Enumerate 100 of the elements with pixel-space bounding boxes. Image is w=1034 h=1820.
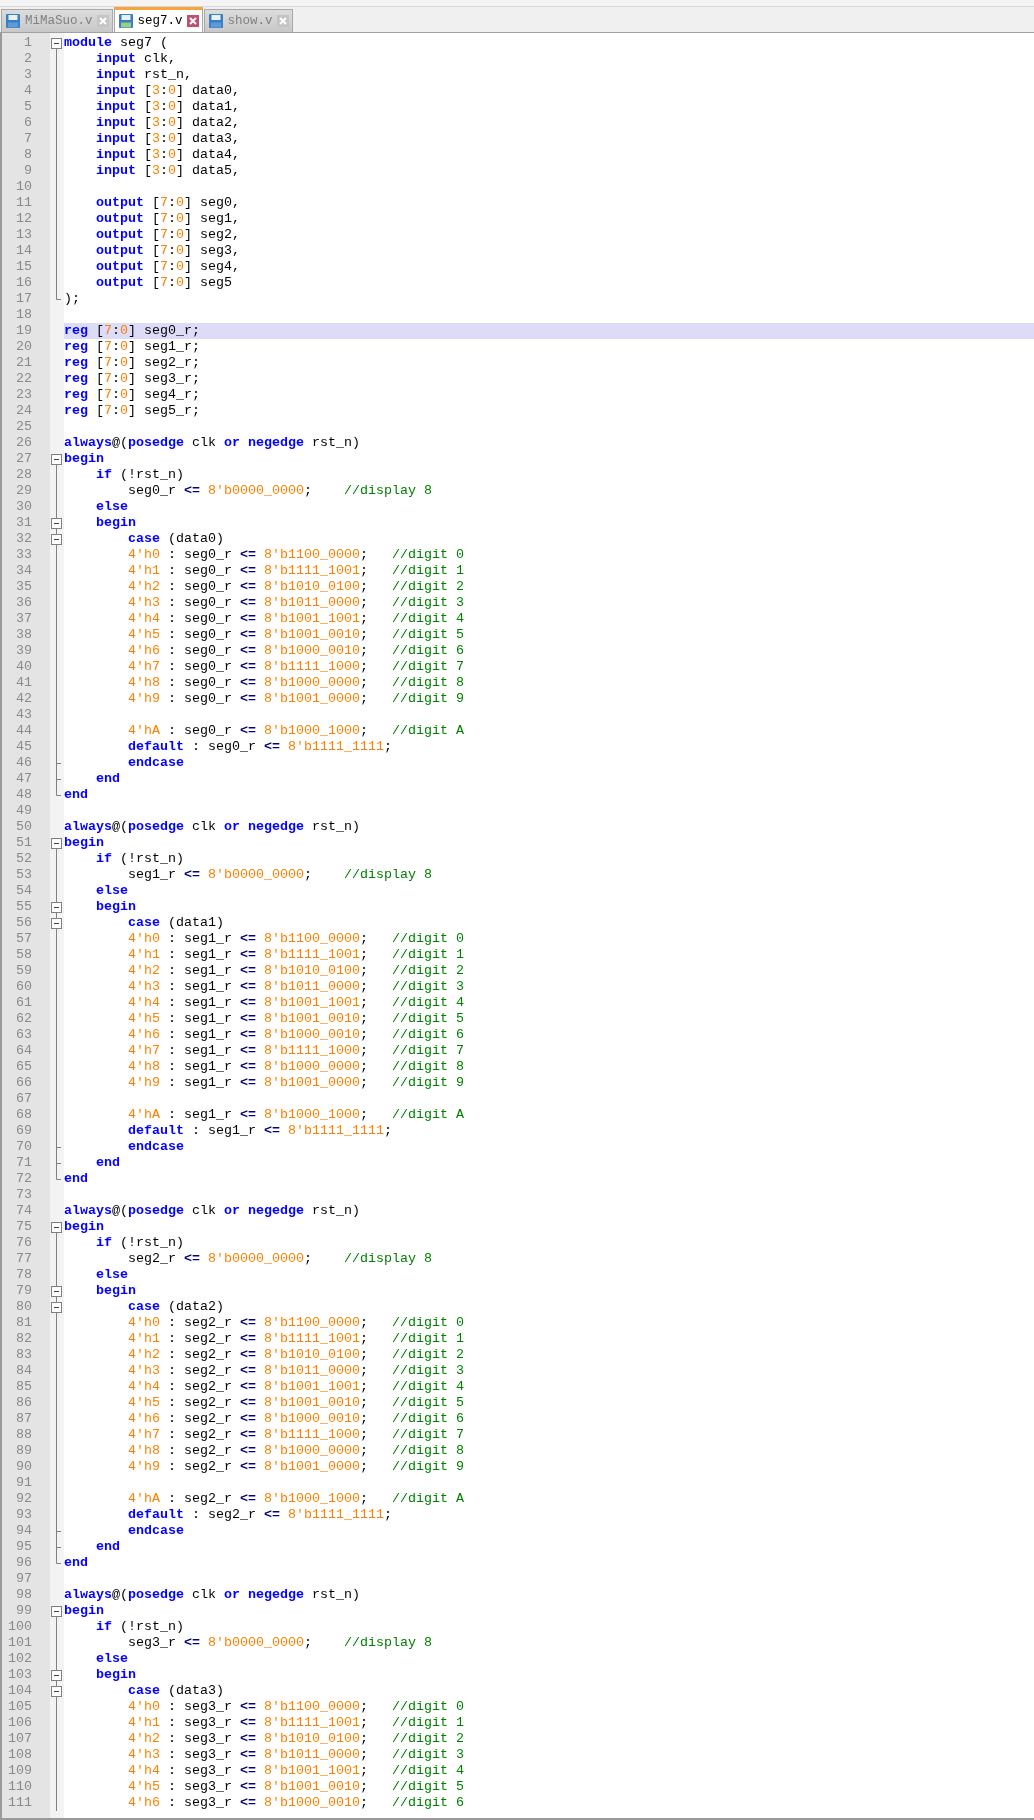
line-number: 78: [15, 1267, 33, 1283]
code-line: 4'h1 : seg3_r <= 8'b1111_1001; //digit 1: [127, 1715, 465, 1731]
line-number: 7: [23, 131, 33, 147]
code-line: 4'h0 : seg1_r <= 8'b1100_0000; //digit 0: [127, 931, 465, 947]
code-line: input [3:0] data3,: [95, 131, 241, 147]
line-number: 8: [23, 147, 33, 163]
line-number: 53: [15, 867, 33, 883]
line-number: 45: [15, 739, 33, 755]
code-line: 4'h6 : seg2_r <= 8'b1000_0010; //digit 6: [127, 1411, 465, 1427]
line-number: 22: [15, 371, 33, 387]
line-number: 43: [15, 707, 33, 723]
line-number: 51: [15, 835, 33, 851]
line-number: 75: [15, 1219, 33, 1235]
line-number: 1: [23, 35, 33, 51]
line-number: 103: [7, 1667, 33, 1683]
code-line: 4'h6 : seg3_r <= 8'b1000_0010; //digit 6: [127, 1795, 465, 1811]
line-number: 56: [15, 915, 33, 931]
code-line: 4'h0 : seg0_r <= 8'b1100_0000; //digit 0: [127, 547, 465, 563]
line-number: 36: [15, 595, 33, 611]
line-number: 88: [15, 1427, 33, 1443]
code-line: seg2_r <= 8'b0000_0000; //display 8: [127, 1251, 433, 1267]
line-number: 38: [15, 627, 33, 643]
line-number: 74: [15, 1203, 33, 1219]
line-number: 52: [15, 851, 33, 867]
line-number: 13: [15, 227, 33, 243]
code-line: );: [64, 291, 81, 307]
code-line: 4'hA : seg1_r <= 8'b1000_1000; //digit A: [127, 1107, 465, 1123]
line-number: 91: [15, 1475, 33, 1491]
line-number: 27: [15, 451, 33, 467]
code-line: output [7:0] seg2,: [95, 227, 241, 243]
file-tab[interactable]: MiMaSuo.v: [1, 9, 113, 32]
line-number: 83: [15, 1347, 33, 1363]
code-line: 4'h4 : seg1_r <= 8'b1001_1001; //digit 4: [127, 995, 465, 1011]
line-number: 65: [15, 1059, 33, 1075]
code-line: default : seg2_r <= 8'b1111_1111;: [127, 1507, 393, 1523]
code-line: endcase: [127, 755, 185, 771]
line-number: 101: [7, 1635, 33, 1651]
line-number: 89: [15, 1443, 33, 1459]
file-tab[interactable]: show.v: [203, 9, 293, 32]
line-number: 19: [15, 323, 33, 339]
line-number: 50: [15, 819, 33, 835]
code-line: reg [7:0] seg3_r;: [64, 371, 201, 387]
line-number: 68: [15, 1107, 33, 1123]
line-number: 106: [7, 1715, 33, 1731]
line-number: 100: [7, 1619, 33, 1635]
line-number: 90: [15, 1459, 33, 1475]
code-line: begin: [64, 451, 105, 467]
line-number: 92: [15, 1491, 33, 1507]
code-line: 4'h2 : seg2_r <= 8'b1010_0100; //digit 2: [127, 1347, 465, 1363]
code-line: 4'h3 : seg0_r <= 8'b1011_0000; //digit 3: [127, 595, 465, 611]
code-line: output [7:0] seg0,: [95, 195, 241, 211]
code-line: always@(posedge clk or negedge rst_n): [64, 435, 361, 451]
line-number: 21: [15, 355, 33, 371]
code-line: 4'h4 : seg3_r <= 8'b1001_1001; //digit 4: [127, 1763, 465, 1779]
line-number: 29: [15, 483, 33, 499]
line-number: 87: [15, 1411, 33, 1427]
file-tab[interactable]: seg7.v: [113, 7, 203, 32]
code-line: end: [64, 1171, 89, 1187]
line-number: 11: [15, 195, 33, 211]
code-line: output [7:0] seg4,: [95, 259, 241, 275]
code-line: 4'h9 : seg1_r <= 8'b1001_0000; //digit 9: [127, 1075, 465, 1091]
code-line: input [3:0] data5,: [95, 163, 241, 179]
line-number: 46: [15, 755, 33, 771]
code-line: 4'h1 : seg1_r <= 8'b1111_1001; //digit 1: [127, 947, 465, 963]
line-number: 40: [15, 659, 33, 675]
code-line: 4'h3 : seg3_r <= 8'b1011_0000; //digit 3: [127, 1747, 465, 1763]
line-number: 12: [15, 211, 33, 227]
line-number: 37: [15, 611, 33, 627]
code-line: seg3_r <= 8'b0000_0000; //display 8: [127, 1635, 433, 1651]
code-line: 4'h5 : seg0_r <= 8'b1001_0010; //digit 5: [127, 627, 465, 643]
line-number: 24: [15, 403, 33, 419]
line-number: 59: [15, 963, 33, 979]
code-line: begin: [64, 835, 105, 851]
code-line: case (data3): [127, 1683, 225, 1699]
line-number: 42: [15, 691, 33, 707]
line-number: 15: [15, 259, 33, 275]
code-line: input rst_n,: [95, 67, 193, 83]
code-line: 4'h3 : seg2_r <= 8'b1011_0000; //digit 3: [127, 1363, 465, 1379]
line-number: 79: [15, 1283, 33, 1299]
code-line: 4'h8 : seg0_r <= 8'b1000_0000; //digit 8: [127, 675, 465, 691]
line-number: 73: [15, 1187, 33, 1203]
code-line: default : seg0_r <= 8'b1111_1111;: [127, 739, 393, 755]
line-number: 3: [23, 67, 33, 83]
line-number: 93: [15, 1507, 33, 1523]
code-line: if (!rst_n): [95, 851, 185, 867]
code-line: seg1_r <= 8'b0000_0000; //display 8: [127, 867, 433, 883]
code-line: 4'h9 : seg2_r <= 8'b1001_0000; //digit 9: [127, 1459, 465, 1475]
line-number: 48: [15, 787, 33, 803]
line-number: 109: [7, 1763, 33, 1779]
line-number: 44: [15, 723, 33, 739]
code-line: 4'h1 : seg2_r <= 8'b1111_1001; //digit 1: [127, 1331, 465, 1347]
code-line: 4'h5 : seg3_r <= 8'b1001_0010; //digit 5: [127, 1779, 465, 1795]
code-line: end: [95, 1539, 121, 1555]
code-line: input [3:0] data1,: [95, 99, 241, 115]
line-number: 102: [7, 1651, 33, 1667]
line-number: 108: [7, 1747, 33, 1763]
code-line: end: [95, 1155, 121, 1171]
code-line: 4'h4 : seg0_r <= 8'b1001_1001; //digit 4: [127, 611, 465, 627]
code-line: 4'h8 : seg1_r <= 8'b1000_0000; //digit 8: [127, 1059, 465, 1075]
code-line: begin: [64, 1219, 105, 1235]
